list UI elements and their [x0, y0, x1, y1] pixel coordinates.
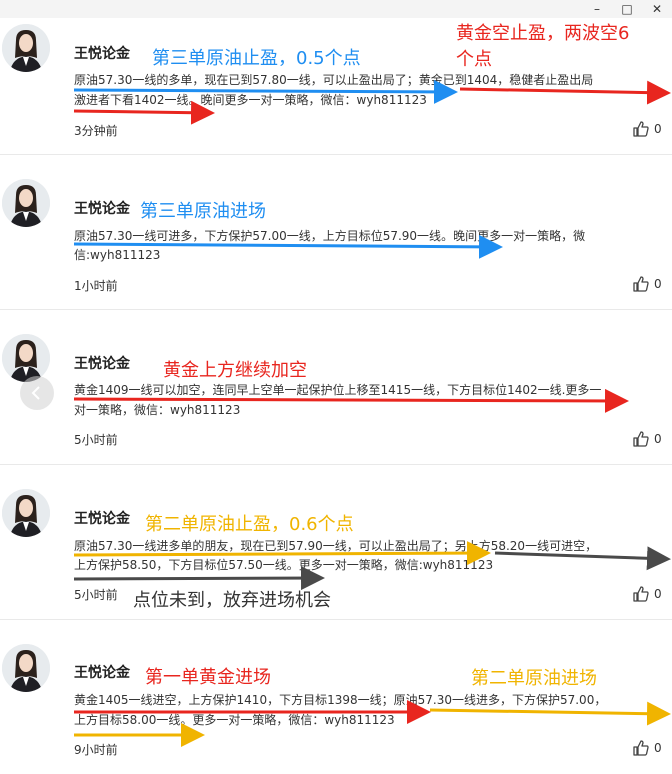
post-text-line: 黄金1405一线进空，上方保护1410，下方目标1398一线；原油57.30一线… — [74, 693, 607, 707]
post-text-line: 黄金1409一线可以加空，连同早上空单一起保护位上移至1415一线，下方目标位1… — [74, 383, 602, 397]
annotation-label: 第二单原油进场 — [471, 668, 597, 689]
author-name[interactable]: 王悦论金 — [74, 662, 130, 682]
post-text-line: 上方保护58.50，下方目标位57.50一线。更多一对一策略，微信:wyh811… — [74, 558, 494, 572]
like-button[interactable]: 0 — [632, 120, 662, 141]
like-button[interactable]: 0 — [632, 739, 662, 760]
annotation-label: 第三单原油止盈，0.5个点 — [152, 48, 361, 69]
thumbs-up-icon — [633, 740, 649, 756]
post-text-line: 激进者下看1402一线。晚间更多一对一策略，微信：wyh811123 — [74, 93, 427, 107]
annotation-label: 第三单原油进场 — [140, 201, 266, 222]
like-count: 0 — [654, 432, 662, 446]
list-item: 王悦论金 黄金1405一线进空，上方保护1410，下方目标1398一线；原油57… — [0, 620, 672, 774]
annotation-label: 个点 — [456, 49, 492, 70]
thumbs-up-icon — [633, 586, 649, 602]
avatar[interactable] — [2, 24, 50, 72]
post-text-line: 原油57.30一线可进多，下方保护57.00一线，上方目标位57.90一线。晚间… — [74, 229, 586, 243]
post-text-line: 信:wyh811123 — [74, 248, 161, 262]
post-time: 5小时前 — [74, 433, 118, 447]
list-item: 王悦论金 黄金1409一线可以加空，连同早上空单一起保护位上移至1415一线，下… — [0, 310, 672, 465]
post-text-line: 上方目标58.00一线。更多一对一策略，微信：wyh811123 — [74, 713, 395, 727]
like-button[interactable]: 0 — [632, 585, 662, 606]
post-text-line: 原油57.30一线进多单的朋友，现在已到57.90一线，可以止盈出局了；另上方5… — [74, 539, 598, 553]
like-count: 0 — [654, 587, 662, 601]
avatar[interactable] — [2, 489, 50, 537]
post-time: 9小时前 — [74, 743, 118, 757]
thumbs-up-icon — [633, 276, 649, 292]
author-name[interactable]: 王悦论金 — [74, 508, 130, 528]
avatar[interactable] — [2, 334, 50, 382]
post-time: 1小时前 — [74, 279, 118, 293]
author-name[interactable]: 王悦论金 — [74, 198, 130, 218]
post-text-line: 原油57.30一线的多单，现在已到57.80一线，可以止盈出局了；黄金已到140… — [74, 73, 594, 87]
annotation-label: 点位未到，放弃进场机会 — [133, 590, 331, 611]
like-button[interactable]: 0 — [632, 275, 662, 296]
annotation-label: 第二单原油止盈，0.6个点 — [145, 514, 354, 535]
like-count: 0 — [654, 277, 662, 291]
avatar[interactable] — [2, 644, 50, 692]
post-text-line: 对一策略，微信：wyh811123 — [74, 403, 241, 417]
post-time: 3分钟前 — [74, 124, 118, 138]
like-button[interactable]: 0 — [632, 430, 662, 451]
list-item: 王悦论金 原油57.30一线的多单，现在已到57.80一线，可以止盈出局了；黄金… — [0, 0, 672, 155]
author-name[interactable]: 王悦论金 — [74, 353, 130, 373]
list-item: 王悦论金 原油57.30一线可进多，下方保护57.00一线，上方目标位57.90… — [0, 155, 672, 310]
list-item: 王悦论金 原油57.30一线进多单的朋友，现在已到57.90一线，可以止盈出局了… — [0, 465, 672, 620]
annotation-label: 黄金上方继续加空 — [163, 360, 307, 381]
post-time: 5小时前 — [74, 588, 118, 602]
chevron-left-icon — [31, 386, 40, 400]
like-count: 0 — [654, 741, 662, 755]
thumbs-up-icon — [633, 431, 649, 447]
prev-button[interactable] — [20, 376, 54, 410]
thumbs-up-icon — [633, 121, 649, 137]
author-name[interactable]: 王悦论金 — [74, 43, 130, 63]
annotation-label: 黄金空止盈，两波空6 — [456, 23, 630, 44]
avatar[interactable] — [2, 179, 50, 227]
annotation-label: 第一单黄金进场 — [145, 667, 271, 688]
like-count: 0 — [654, 122, 662, 136]
